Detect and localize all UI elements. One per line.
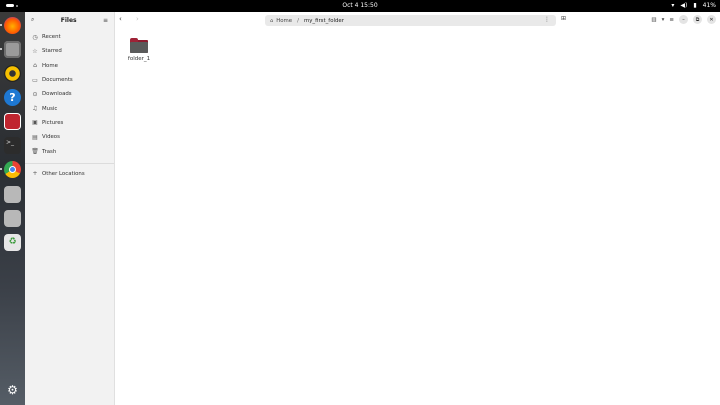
help-icon[interactable]: ? — [4, 89, 21, 106]
forward-button[interactable]: › — [136, 15, 139, 23]
minimize-button[interactable]: – — [679, 15, 688, 24]
home-icon: ⌂ — [270, 17, 274, 24]
sidebar-item-label: Trash — [42, 148, 57, 155]
clock-icon: ◷ — [32, 33, 38, 41]
sidebar: ⌕ Files ≡ ◷ Recent ☆ Starred ⌂ Home ▭ Do… — [25, 12, 115, 405]
more-options-icon[interactable]: ⋮ — [544, 16, 550, 23]
battery-level: 41% — [702, 2, 716, 9]
hamburger-menu-icon[interactable]: ≡ — [669, 17, 674, 23]
search-icon[interactable]: ⌕ — [31, 16, 34, 24]
header-bar: ‹ › ⌂ Home / my_first_folder ⋮ ⊞ ▥ ▾ ≡ –… — [115, 12, 720, 28]
sidebar-item-label: Videos — [42, 134, 60, 141]
impress-icon[interactable] — [4, 113, 21, 130]
sidebar-item-label: Starred — [42, 48, 62, 55]
sidebar-item-label: Music — [42, 105, 58, 112]
maximize-button[interactable]: ⧉ — [693, 15, 702, 24]
path-home[interactable]: Home — [276, 18, 292, 24]
plus-icon: + — [32, 170, 38, 178]
sidebar-item-label: Other Locations — [42, 170, 85, 177]
wifi-icon: ▾ — [671, 2, 675, 9]
music-icon: ♫ — [32, 105, 38, 113]
trash-icon[interactable]: ♻ — [4, 234, 21, 251]
document-icon: ▭ — [32, 76, 38, 84]
view-toggle-icon[interactable]: ▥ — [651, 17, 656, 23]
home-icon: ⌂ — [33, 62, 37, 70]
close-button[interactable]: ✕ — [707, 15, 716, 24]
menu-icon[interactable]: ≡ — [103, 17, 108, 24]
path-bar[interactable]: ⌂ Home / my_first_folder ⋮ — [265, 15, 556, 26]
dock: ? >_ ♻ ⚙ — [0, 12, 25, 405]
system-status[interactable]: ▾ ◀) ▮ 41% — [671, 2, 716, 9]
path-current-folder[interactable]: my_first_folder — [304, 18, 344, 24]
show-apps-icon[interactable]: ⚙ — [4, 382, 21, 399]
rhythmbox-icon[interactable] — [4, 65, 21, 82]
path-separator: / — [297, 17, 299, 24]
files-window: ⌕ Files ≡ ◷ Recent ☆ Starred ⌂ Home ▭ Do… — [25, 12, 720, 405]
battery-icon: ▮ — [693, 2, 697, 9]
file-name: folder_1 — [127, 56, 151, 62]
sidebar-item-starred[interactable]: ☆ Starred — [25, 44, 114, 58]
download-icon: ⊙ — [32, 90, 38, 98]
terminal-icon[interactable]: >_ — [4, 137, 21, 154]
chrome-icon[interactable] — [0, 161, 21, 178]
sidebar-item-home[interactable]: ⌂ Home — [25, 59, 114, 73]
sidebar-item-label: Documents — [42, 77, 73, 84]
sidebar-item-videos[interactable]: ▤ Videos — [25, 130, 114, 144]
video-icon: ▤ — [32, 133, 38, 141]
file-item-folder[interactable]: folder_1 — [127, 38, 151, 62]
clock[interactable]: Oct 4 15:50 — [0, 2, 720, 9]
files-icon[interactable] — [0, 41, 21, 58]
main-view: ‹ › ⌂ Home / my_first_folder ⋮ ⊞ ▥ ▾ ≡ –… — [115, 12, 720, 405]
sidebar-item-label: Pictures — [42, 119, 64, 126]
firefox-icon[interactable] — [0, 17, 21, 34]
volume-icon: ◀) — [680, 2, 688, 9]
picture-icon: ▣ — [32, 119, 38, 127]
trash-icon: 🗑 — [31, 148, 39, 156]
top-bar: Oct 4 15:50 ▾ ◀) ▮ 41% — [0, 0, 720, 12]
sidebar-item-label: Home — [42, 62, 58, 69]
star-icon: ☆ — [32, 47, 38, 55]
sidebar-item-label: Recent — [42, 34, 61, 41]
sidebar-separator — [25, 162, 114, 164]
sidebar-item-documents[interactable]: ▭ Documents — [25, 73, 114, 87]
sidebar-item-downloads[interactable]: ⊙ Downloads — [25, 87, 114, 101]
drive-icon-2[interactable] — [4, 210, 21, 227]
folder-icon — [130, 38, 148, 53]
view-options-icon[interactable]: ▾ — [662, 17, 665, 23]
sidebar-item-trash[interactable]: 🗑 Trash — [25, 144, 114, 158]
sidebar-item-recent[interactable]: ◷ Recent — [25, 30, 114, 44]
sidebar-item-pictures[interactable]: ▣ Pictures — [25, 116, 114, 130]
sidebar-item-label: Downloads — [42, 91, 72, 98]
app-title: Files — [60, 16, 77, 24]
new-folder-icon[interactable]: ⊞ — [561, 15, 566, 22]
back-button[interactable]: ‹ — [119, 15, 122, 23]
drive-icon[interactable] — [4, 186, 21, 203]
sidebar-item-music[interactable]: ♫ Music — [25, 101, 114, 115]
sidebar-item-other-locations[interactable]: + Other Locations — [25, 167, 114, 181]
